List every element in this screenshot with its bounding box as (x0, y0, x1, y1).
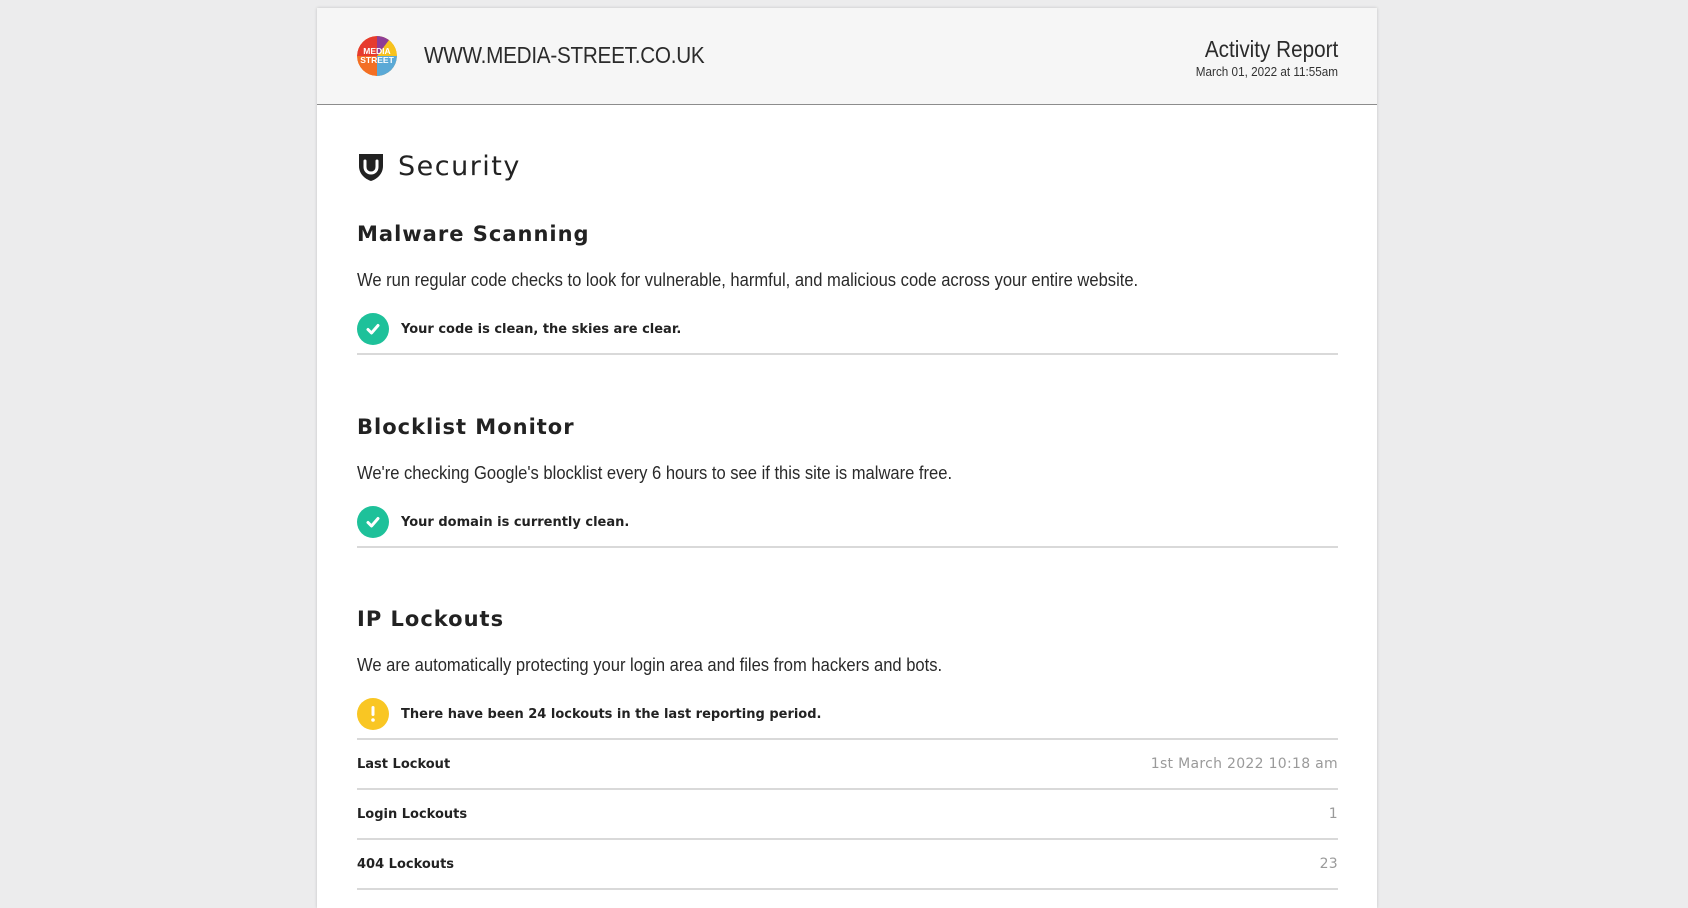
section-title: IP Lockouts (357, 607, 505, 631)
row-value: 1st March 2022 10:18 am (1150, 756, 1338, 772)
status-row: Your domain is currently clean. (357, 504, 1338, 548)
report-title: Activity Report (1204, 36, 1338, 62)
check-icon (357, 313, 389, 345)
section-description: We are automatically protecting your log… (357, 655, 943, 675)
row-label: Last Lockout (357, 756, 451, 772)
media-street-logo: MEDIA STREET (357, 36, 397, 76)
report-date: March 01, 2022 at 11:55am (1195, 64, 1338, 79)
status-text: Your code is clean, the skies are clear. (401, 321, 682, 337)
security-title: Security (398, 151, 521, 182)
section-description: We run regular code checks to look for v… (357, 270, 1139, 290)
section-malware-scanning: Malware Scanning We run regular code che… (357, 222, 1338, 355)
status-text: Your domain is currently clean. (401, 514, 630, 530)
section-ip-lockouts: IP Lockouts We are automatically protect… (357, 607, 1338, 890)
row-value: 1 (1328, 806, 1338, 822)
section-description: We're checking Google's blocklist every … (357, 463, 953, 483)
site-url: WWW.MEDIA-STREET.CO.UK (424, 42, 705, 68)
section-blocklist-monitor: Blocklist Monitor We're checking Google'… (357, 415, 1338, 548)
section-title: Blocklist Monitor (357, 415, 575, 439)
lockout-row-login: Login Lockouts 1 (357, 790, 1338, 840)
section-title: Malware Scanning (357, 222, 590, 246)
check-icon (357, 506, 389, 538)
security-heading: Security (357, 151, 521, 182)
lockout-row-404: 404 Lockouts 23 (357, 840, 1338, 890)
lockout-row-last: Last Lockout 1st March 2022 10:18 am (357, 740, 1338, 790)
status-text: There have been 24 lockouts in the last … (401, 706, 822, 722)
row-label: 404 Lockouts (357, 856, 455, 872)
row-value: 23 (1319, 856, 1338, 872)
exclamation-icon (357, 698, 389, 730)
status-row: Your code is clean, the skies are clear. (357, 311, 1338, 355)
status-row: There have been 24 lockouts in the last … (357, 696, 1338, 740)
logo-text-bottom: STREET (360, 55, 394, 65)
row-label: Login Lockouts (357, 806, 468, 822)
shield-icon (359, 153, 383, 181)
report-page: MEDIA STREET WWW.MEDIA-STREET.CO.UK Acti… (317, 8, 1377, 908)
report-header: MEDIA STREET WWW.MEDIA-STREET.CO.UK Acti… (317, 8, 1377, 105)
